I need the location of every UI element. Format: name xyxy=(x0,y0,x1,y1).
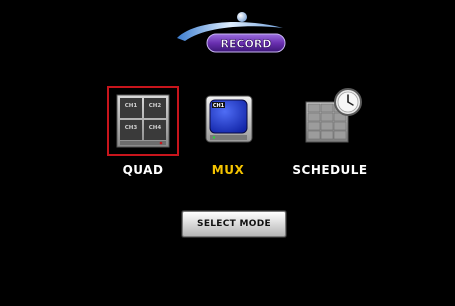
calendar-clock-icon xyxy=(305,88,362,143)
mux-channel-label: CH1 xyxy=(213,103,225,109)
record-mode-screen: RECORD CH1 CH2 CH3 CH4 QUAD CH1 MUX SCHE… xyxy=(0,0,455,306)
select-mode-button-label: SELECT MODE xyxy=(197,219,271,229)
selected-frame: CH1 CH2 CH3 CH4 xyxy=(107,86,179,156)
select-mode-button[interactable]: SELECT MODE xyxy=(182,211,286,237)
monitor-icon: CH1 xyxy=(205,95,253,143)
quad-tile-label: CH3 xyxy=(125,125,138,131)
mode-label-quad: QUAD xyxy=(122,163,164,177)
mode-option-mux[interactable]: CH1 MUX xyxy=(186,86,270,190)
mux-icon-wrap: CH1 xyxy=(192,86,264,156)
quad-split-icon: CH1 CH2 CH3 CH4 xyxy=(116,94,170,148)
schedule-icon-wrap xyxy=(294,86,366,156)
quad-tile-label: CH1 xyxy=(125,103,138,109)
quad-tile-label: CH2 xyxy=(149,103,162,109)
mode-label-mux: MUX xyxy=(211,163,245,177)
logo-sphere xyxy=(237,12,247,22)
mode-option-schedule[interactable]: SCHEDULE xyxy=(282,86,378,190)
mode-option-quad[interactable]: CH1 CH2 CH3 CH4 QUAD xyxy=(101,86,185,190)
logo-text: RECORD xyxy=(220,38,271,51)
quad-tile-label: CH4 xyxy=(149,125,162,131)
record-logo: RECORD xyxy=(177,12,286,53)
mode-label-schedule: SCHEDULE xyxy=(292,163,368,177)
